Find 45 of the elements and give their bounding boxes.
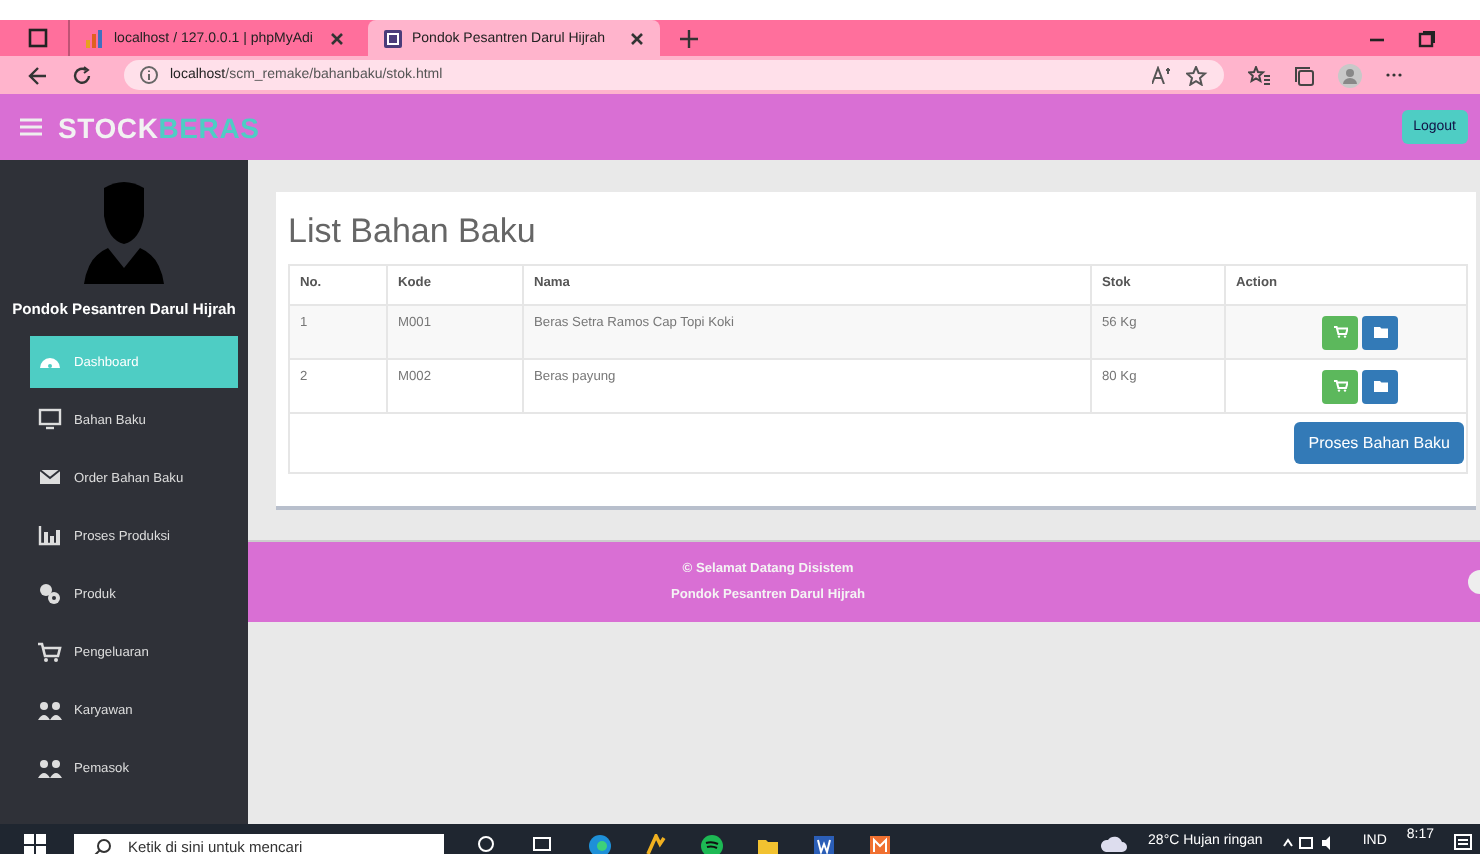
circles-icon: [38, 582, 62, 606]
read-aloud-icon[interactable]: [1152, 66, 1174, 84]
cart-icon: [1333, 326, 1347, 338]
users-icon: [38, 698, 62, 722]
folder-icon: [1373, 326, 1387, 338]
user-silhouette-icon: [80, 180, 168, 284]
search-icon: [94, 838, 112, 854]
cart-icon: [38, 640, 62, 664]
task-view-icon[interactable]: [532, 834, 556, 854]
close-icon[interactable]: [630, 31, 644, 45]
folder-button[interactable]: [1362, 369, 1398, 403]
chart-icon: [86, 29, 104, 47]
envelope-icon: [38, 466, 62, 490]
music-app-icon[interactable]: [700, 834, 724, 854]
bar-chart-icon: [38, 524, 62, 548]
more-icon[interactable]: [1386, 72, 1402, 78]
cloud-icon: [1100, 834, 1129, 854]
server-app-icon[interactable]: [868, 834, 892, 854]
notification-icon[interactable]: [1454, 834, 1472, 850]
monitor-icon: [38, 408, 62, 432]
browser-icon[interactable]: [588, 834, 612, 854]
folder-icon: [1373, 380, 1387, 392]
logo-text: STOCKBERAS: [58, 111, 260, 143]
menu-icon[interactable]: [20, 118, 42, 136]
close-icon[interactable]: [330, 31, 344, 45]
page-icon: [384, 29, 402, 47]
search-icon[interactable]: [476, 834, 500, 854]
document-app-icon[interactable]: [812, 834, 836, 854]
collections-icon[interactable]: [1294, 65, 1314, 85]
process-button[interactable]: Proses Bahan Baku: [1294, 422, 1464, 464]
refresh-icon[interactable]: [72, 65, 92, 85]
cart-icon: [1333, 380, 1347, 392]
back-icon[interactable]: [28, 65, 48, 85]
favorites-icon[interactable]: [1248, 65, 1270, 85]
windows-icon[interactable]: [24, 834, 46, 854]
plus-icon[interactable]: [680, 29, 698, 47]
page-title: List Bahan Baku: [288, 212, 538, 252]
restore-icon[interactable]: [1418, 29, 1436, 47]
star-icon[interactable]: [1186, 65, 1208, 85]
folder-button[interactable]: [1362, 315, 1398, 349]
users-icon: [38, 756, 62, 780]
window-icon[interactable]: [28, 28, 48, 48]
bolt-icon[interactable]: [644, 834, 668, 854]
folder-icon[interactable]: [756, 834, 780, 854]
info-icon: [140, 66, 158, 84]
